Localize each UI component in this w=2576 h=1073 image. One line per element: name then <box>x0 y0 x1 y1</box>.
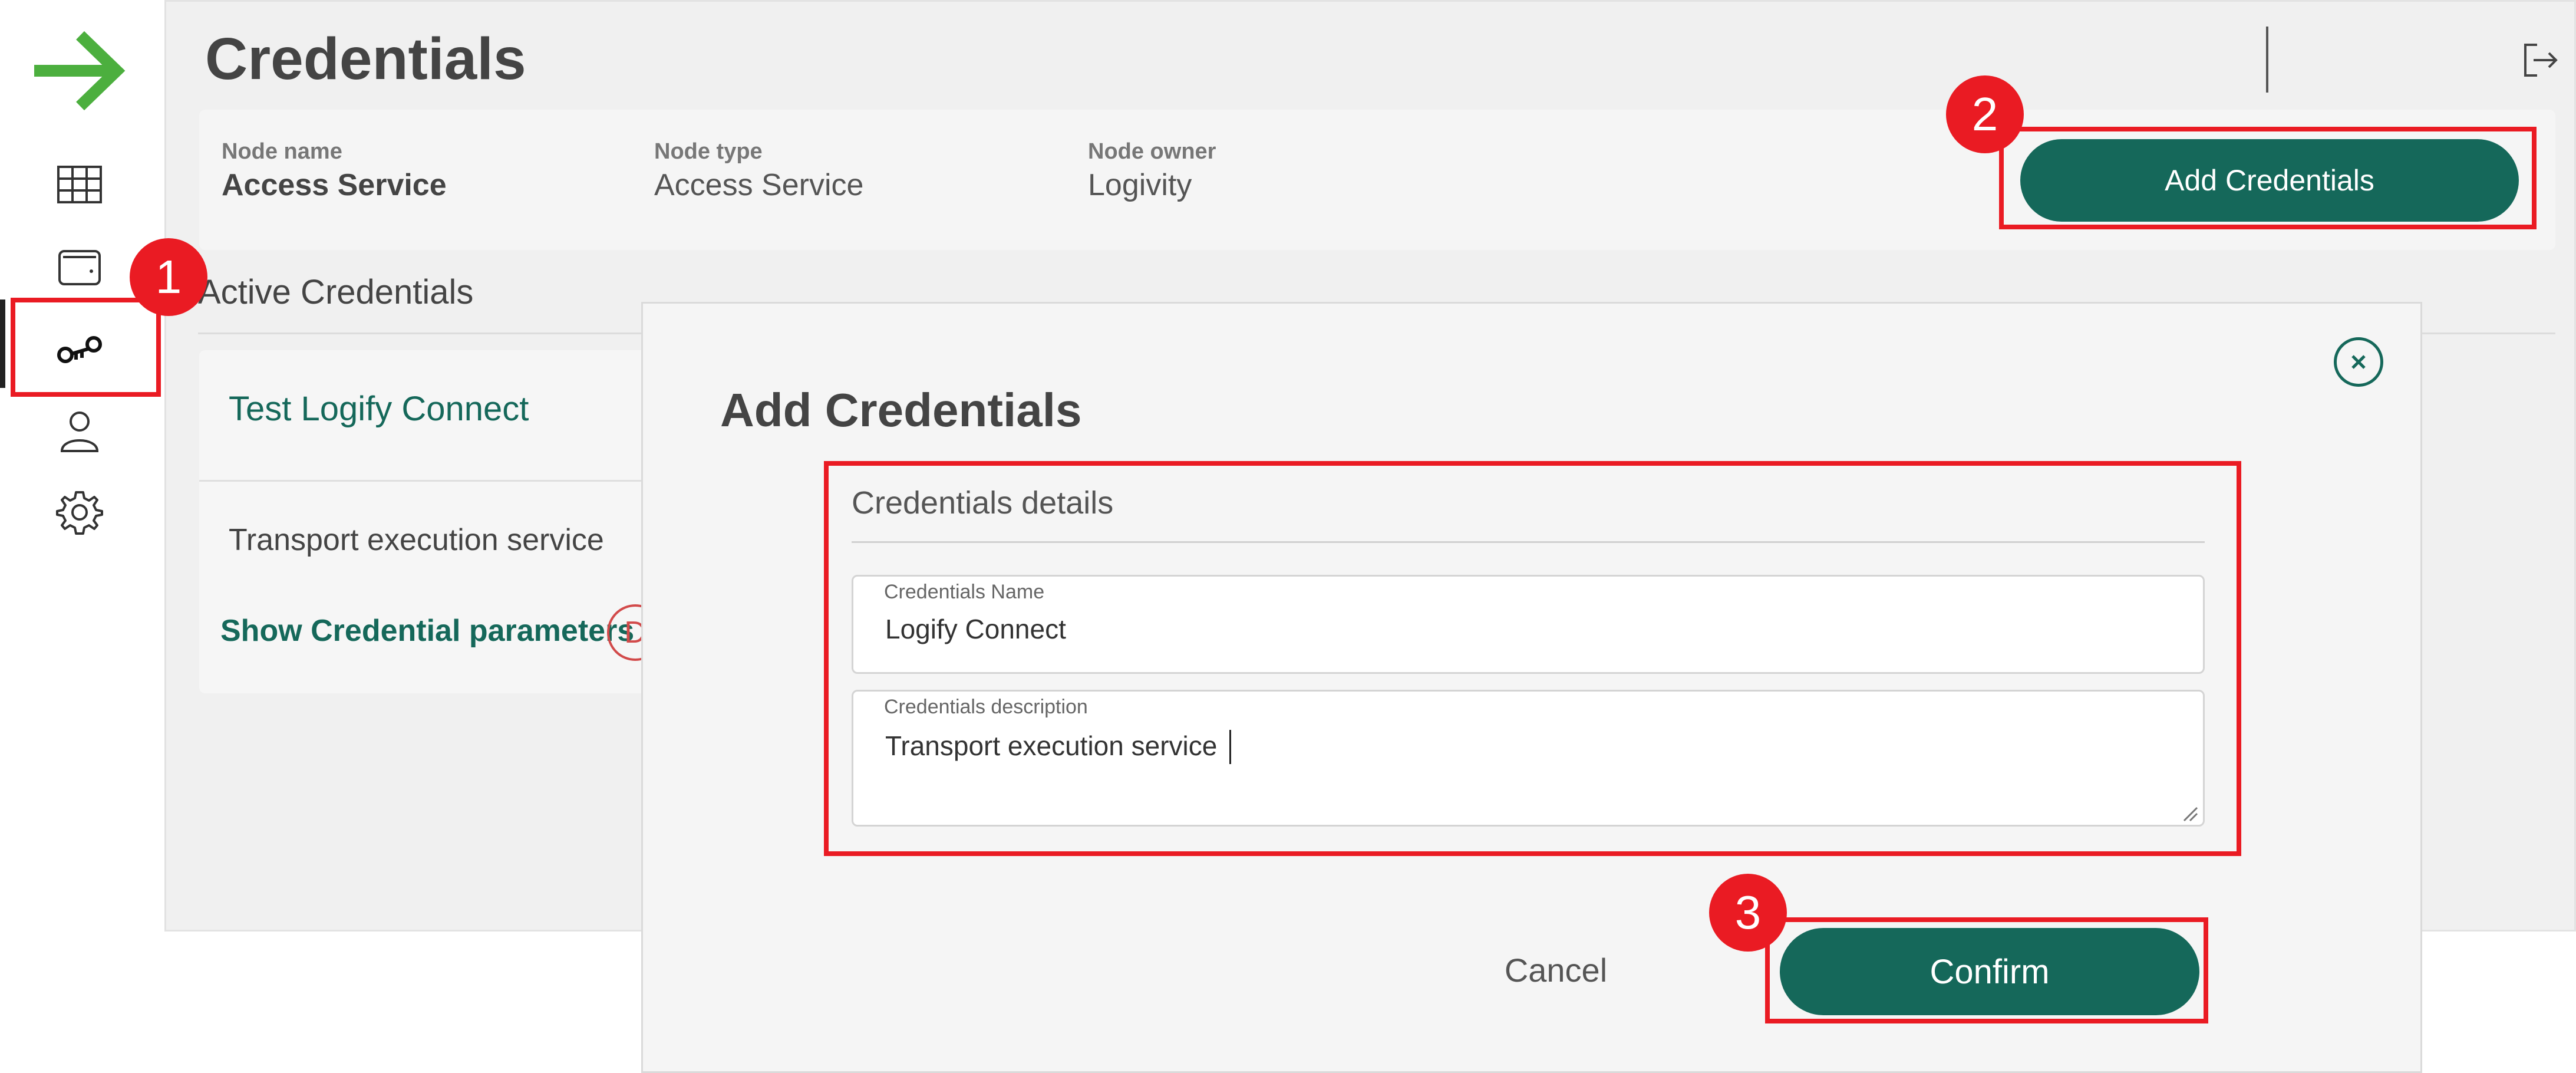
close-icon <box>2351 355 2366 369</box>
node-name-label: Node name <box>222 139 342 164</box>
sidebar <box>0 0 166 932</box>
credential-card-description: Transport execution service <box>229 523 604 557</box>
step-marker-3: 3 <box>1709 874 1787 952</box>
sidebar-item-wallet[interactable] <box>47 234 112 299</box>
show-credential-parameters-link[interactable]: Show Credential parameters <box>220 613 634 649</box>
sidebar-item-settings[interactable] <box>47 480 112 545</box>
gear-icon <box>56 491 103 535</box>
cancel-button[interactable]: Cancel <box>1470 943 1641 996</box>
highlight-box-details <box>824 461 2241 856</box>
active-credentials-heading: Active Credentials <box>198 273 474 311</box>
highlight-box-sidebar <box>11 298 161 397</box>
wallet-icon <box>58 250 101 285</box>
user-icon <box>60 412 99 452</box>
active-nav-indicator <box>0 299 5 388</box>
node-name-value: Access Service <box>222 168 447 202</box>
page-title: Credentials <box>205 26 526 92</box>
node-type-label: Node type <box>654 139 763 164</box>
node-type-value: Access Service <box>654 168 864 202</box>
table-icon <box>57 166 102 203</box>
header-divider <box>2266 27 2268 93</box>
modal-title: Add Credentials <box>720 384 1082 436</box>
step-marker-1: 1 <box>130 238 207 316</box>
credential-card-title[interactable]: Test Logify Connect <box>229 389 529 429</box>
logout-icon[interactable] <box>2519 40 2559 80</box>
sidebar-item-users[interactable] <box>47 399 112 463</box>
modal-close-button[interactable] <box>2334 337 2383 387</box>
node-owner-label: Node owner <box>1088 139 1216 164</box>
step-marker-2: 2 <box>1946 75 2024 153</box>
sidebar-item-dashboard[interactable] <box>47 152 112 217</box>
logo-arrow-icon <box>29 24 130 118</box>
node-owner-value: Logivity <box>1088 168 1192 202</box>
highlight-box-confirm <box>1765 917 2208 1023</box>
highlight-box-add-button <box>1999 127 2537 229</box>
